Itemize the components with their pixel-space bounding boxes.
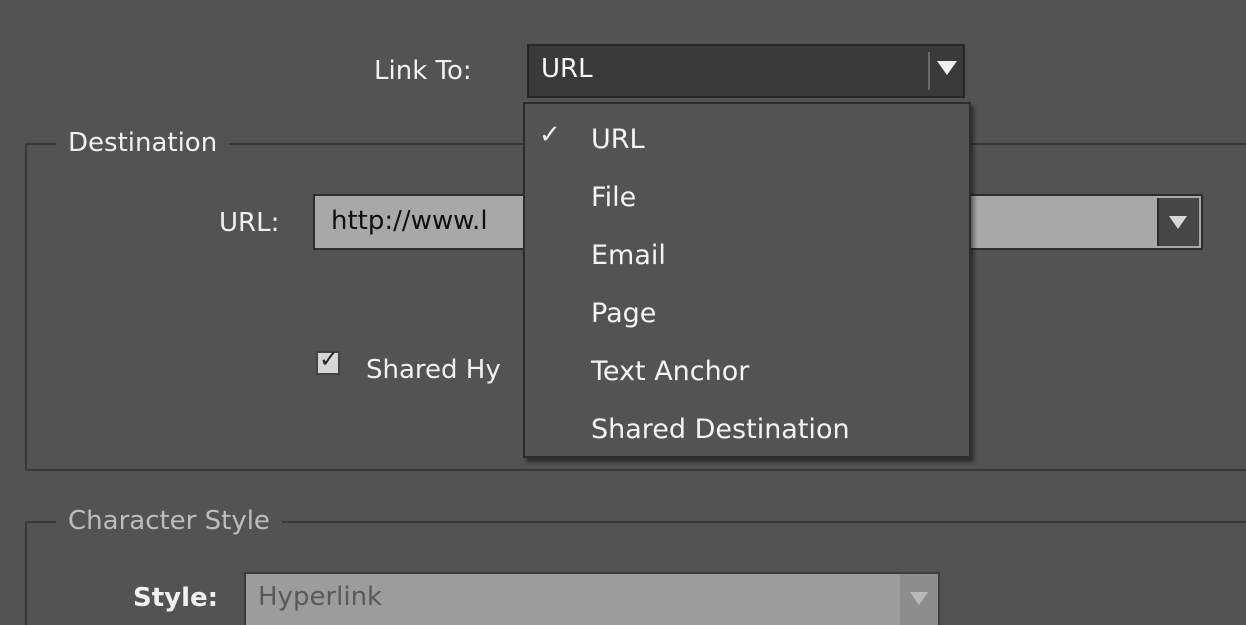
- checkmark-icon: ✓: [319, 345, 340, 373]
- style-label: Style:: [133, 583, 219, 613]
- url-label: URL:: [219, 208, 280, 238]
- link-to-label: Link To:: [374, 56, 472, 86]
- menu-item-text-anchor[interactable]: Text Anchor: [525, 342, 969, 396]
- menu-item-label: Text Anchor: [591, 356, 750, 387]
- menu-item-file[interactable]: File: [525, 168, 969, 222]
- chevron-down-icon: [910, 592, 928, 605]
- hyperlink-dialog: Link To: URL Destination URL: http://www…: [0, 0, 1246, 625]
- menu-item-shared-destination[interactable]: Shared Destination: [525, 400, 969, 454]
- shared-hyperlink-label[interactable]: Shared Hy: [366, 355, 501, 385]
- menu-item-label: File: [591, 182, 637, 213]
- style-selected-value: Hyperlink: [258, 582, 383, 612]
- chevron-down-icon: [1169, 216, 1187, 229]
- link-to-select[interactable]: URL: [527, 44, 965, 98]
- style-select[interactable]: Hyperlink: [244, 572, 940, 625]
- checkmark-icon: ✓: [539, 120, 561, 150]
- style-dropdown-button[interactable]: [900, 574, 938, 625]
- chevron-down-icon: [937, 61, 957, 75]
- link-to-dropdown-menu: ✓ URL File Email Page Text Anchor Shared…: [523, 102, 971, 458]
- shared-hyperlink-checkbox[interactable]: ✓: [316, 345, 340, 375]
- url-input-value[interactable]: http://www.l: [331, 206, 488, 236]
- menu-item-label: URL: [591, 124, 645, 155]
- menu-item-label: Email: [591, 240, 666, 271]
- link-to-selected-value: URL: [541, 54, 593, 84]
- menu-item-url[interactable]: ✓ URL: [525, 110, 969, 164]
- menu-item-page[interactable]: Page: [525, 284, 969, 338]
- url-dropdown-button[interactable]: [1157, 198, 1199, 246]
- menu-item-label: Page: [591, 298, 657, 329]
- menu-item-email[interactable]: Email: [525, 226, 969, 280]
- select-divider: [928, 52, 930, 90]
- menu-item-label: Shared Destination: [591, 414, 850, 445]
- character-style-legend: Character Style: [56, 506, 282, 536]
- destination-legend: Destination: [56, 128, 230, 158]
